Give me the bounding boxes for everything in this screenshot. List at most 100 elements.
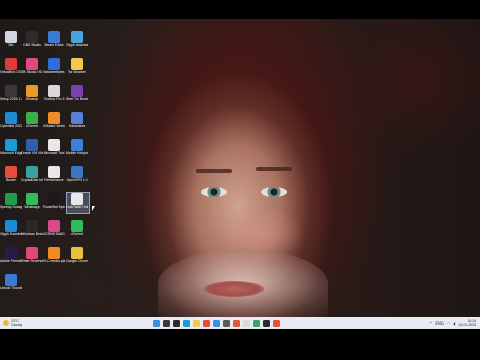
clock[interactable]: 10:24 02-01-2023: [459, 319, 476, 327]
hotspot-icon: [71, 139, 83, 151]
screen-frame: Bin OBS StudioSteam EditorGlyph download.…: [0, 0, 480, 360]
settings-icon[interactable]: [223, 319, 230, 327]
desktop-icon[interactable]: uTorrent: [66, 220, 88, 236]
whatsapp-icon: [26, 193, 38, 205]
app-icon[interactable]: [243, 319, 250, 327]
desktop-icon-label: Unlock Thunderbird: [0, 286, 22, 290]
desktop-icon[interactable]: OpenVPN 1.0: [66, 166, 88, 182]
desktop-icon[interactable]: Adobe Premiere: [0, 247, 22, 263]
obs-icon: [26, 31, 38, 43]
desktop-icon-label: VMware Workstation: [43, 124, 65, 128]
desktop-icon[interactable]: Toolbox Pro 3: [43, 85, 65, 101]
app-icon[interactable]: [263, 319, 270, 327]
letterbox-bottom: [0, 329, 480, 360]
task-view-icon[interactable]: [173, 319, 180, 327]
desktop-icon[interactable]: VMware Workstation: [43, 112, 65, 128]
desktop-icon[interactable]: SCRNS IMAG: [43, 220, 65, 236]
app-icon[interactable]: [233, 319, 240, 327]
search-icon[interactable]: [163, 319, 170, 327]
desktop-icon[interactable]: Timer Reverse: [21, 247, 43, 263]
cyberlink-icon: [5, 112, 17, 124]
tool-icon: [48, 139, 60, 151]
desktop-icon-label: uTorrent: [25, 124, 39, 128]
desktop-icon[interactable]: Glyph Downloader: [0, 220, 22, 236]
chrome-icon[interactable]: [203, 319, 210, 327]
desktop-icon[interactable]: Start Tor Browser: [66, 85, 88, 101]
desktop-icon[interactable]: Google Chrome: [66, 247, 88, 263]
desktop-icon[interactable]: Microsoft Edge: [0, 139, 22, 155]
desktop-icon-label: Glyph download... (2): [66, 43, 88, 47]
timer-icon: [26, 247, 38, 259]
desktop-icon[interactable]: Mobile Hotspot: [66, 139, 88, 155]
desktop-icon[interactable]: Hardwares: [66, 112, 88, 128]
file-explorer-icon[interactable]: [193, 319, 200, 327]
terminal-icon: [26, 220, 38, 232]
image-icon: [48, 220, 60, 232]
utorrent-icon: [26, 112, 38, 124]
hardware-icon: [71, 112, 83, 124]
desktop-icon-label: OpenVPN 1.0: [66, 178, 88, 182]
app-icon: [5, 274, 17, 286]
weather-widget[interactable]: 23°C Cloudy: [0, 319, 153, 327]
store-icon[interactable]: [213, 319, 220, 327]
wifi-icon[interactable]: ◠: [447, 321, 451, 326]
app-icon[interactable]: [273, 319, 280, 327]
desktop-icon-label: Tor Browser: [67, 70, 87, 74]
desktop-icon[interactable]: CrystalDisk Info: [21, 166, 43, 182]
desktop-icon[interactable]: Microsoft Tool: [43, 139, 65, 155]
desktop-icon[interactable]: VirtualBox DST: [0, 58, 22, 74]
desktop-icon[interactable]: Winamp: [21, 85, 43, 101]
desktop-icon[interactable]: Oracle VM VirtualBox: [21, 139, 43, 155]
desktop-icon[interactable]: Glyph download... (2): [66, 31, 88, 47]
desktop-icon[interactable]: 8K Studio HD: [21, 58, 43, 74]
lock-icon: [71, 193, 83, 205]
glyph-icon: [5, 220, 17, 232]
tray-language[interactable]: ENG: [435, 321, 444, 326]
desktop-icon[interactable]: PowerBot Speed Test: [43, 193, 65, 209]
desktop-icon[interactable]: Tor Browser: [66, 58, 88, 74]
desktop-icon[interactable]: Unlock Thunderbird: [0, 274, 22, 290]
edge-icon[interactable]: [183, 319, 190, 327]
edge-icon: [5, 139, 17, 151]
desktop-icon[interactable]: LockTable Online: [66, 193, 88, 209]
desktop-icon[interactable]: Speedy Dosage: [0, 193, 22, 209]
desktop-icon[interactable]: Performance: [43, 166, 65, 182]
weather-desc: Cloudy: [11, 323, 23, 327]
desktop-icon-label: Whatsapp: [24, 205, 40, 209]
desktop-icon[interactable]: Bin: [0, 31, 22, 47]
toolbox-icon: [48, 85, 60, 97]
recycle-bin-icon: [5, 31, 17, 43]
desktop-icon[interactable]: OBS Studio: [21, 31, 43, 47]
desktop-icon-label: PowerBot Speed Test: [43, 205, 65, 209]
desktop-icon[interactable]: Malwarebytes: [43, 58, 65, 74]
desktop-icon-label: Malwarebytes: [43, 70, 65, 74]
desktop-icon-label: uTorrent: [70, 232, 84, 236]
windows-start-icon[interactable]: [153, 319, 160, 327]
desktop-icon[interactable]: uTorrent: [21, 112, 43, 128]
desktop-icon-label: Microsoft Edge: [0, 151, 22, 155]
desktop-icon-label: Microsoft Tool: [43, 151, 65, 155]
mouse-cursor: [92, 206, 95, 211]
speedtest-icon: [48, 193, 60, 205]
crystal-icon: [26, 166, 38, 178]
desktop-icon[interactable]: VLC media player: [43, 247, 65, 263]
tray-chevron-icon[interactable]: ^: [429, 321, 432, 326]
desktop-icon-label: Glyph Downloader: [0, 232, 22, 236]
vlc-icon: [48, 247, 60, 259]
desktop-icon-label: CrystalDisk Info: [21, 178, 43, 182]
volume-icon[interactable]: ◖: [454, 321, 456, 326]
desktop-icon-label: Buster: [6, 178, 16, 182]
desktop-icon[interactable]: Windows Beta Activity 11: [21, 220, 43, 236]
setup-icon: [5, 85, 17, 97]
desktop-icon-label: VLC media player: [43, 259, 65, 263]
desktop-icon[interactable]: Whatsapp: [21, 193, 43, 209]
app-icon[interactable]: [253, 319, 260, 327]
wallpaper-eye-right: [261, 187, 287, 197]
desktop[interactable]: Bin OBS StudioSteam EditorGlyph download.…: [0, 19, 480, 317]
desktop-icon[interactable]: Cyberlink 2022.1.2003: [0, 112, 22, 128]
desktop-icon[interactable]: Setup 2025.1.2003: [0, 85, 22, 101]
desktop-icon[interactable]: Buster: [0, 166, 22, 182]
folder-icon: [71, 58, 83, 70]
speed-icon: [5, 193, 17, 205]
desktop-icon[interactable]: Steam Editor: [43, 31, 65, 47]
